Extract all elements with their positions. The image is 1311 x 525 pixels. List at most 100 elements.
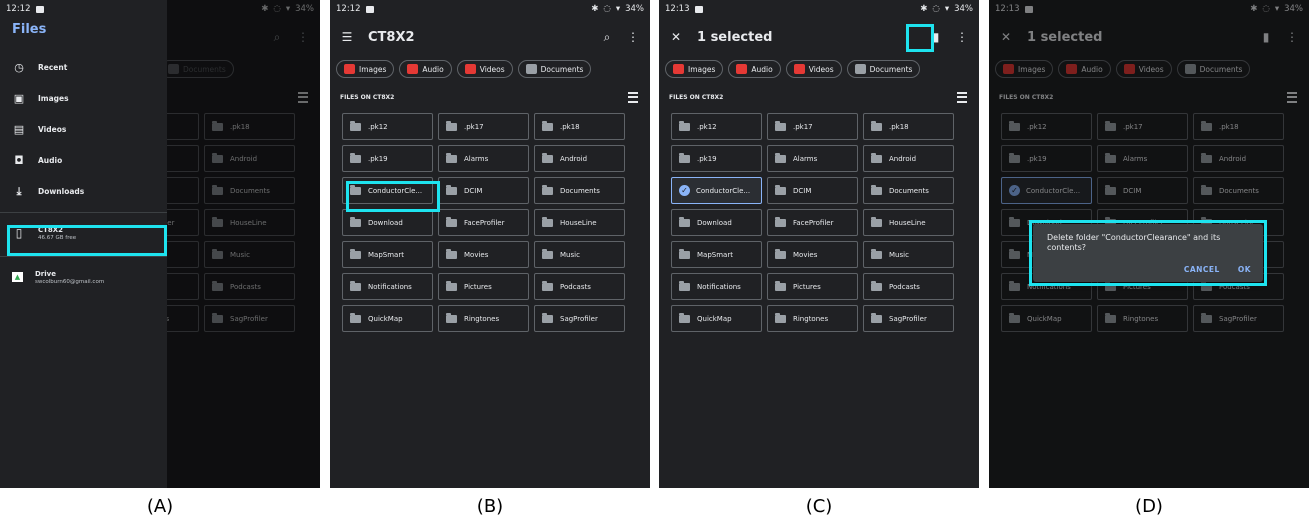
drawer-status-bar: 12:12 bbox=[0, 0, 167, 18]
folder-item[interactable]: SagProfiler bbox=[863, 305, 954, 332]
folder-icon bbox=[446, 248, 457, 259]
ok-button[interactable]: OK bbox=[1238, 265, 1251, 274]
folder-item[interactable]: Download bbox=[671, 209, 762, 236]
drawer-item-audio[interactable]: ◘ Audio bbox=[0, 145, 167, 176]
folder-item[interactable]: HouseLine bbox=[534, 209, 625, 236]
folder-item[interactable]: Documents bbox=[863, 177, 954, 204]
screen-a: 12:12 ✱◌▾34% ⌕⋮ Documents .pk12.pk17.pk1… bbox=[0, 0, 320, 488]
drawer-item-device[interactable]: ▯ CT8X2 46.67 GB free bbox=[0, 218, 167, 248]
folder-item[interactable]: Pictures bbox=[438, 273, 529, 300]
folder-item[interactable]: FaceProfiler bbox=[438, 209, 529, 236]
more-options-icon[interactable]: ⋮ bbox=[626, 30, 640, 44]
folder-icon bbox=[350, 152, 361, 163]
folder-name: MapSmart bbox=[697, 250, 733, 259]
delete-icon[interactable]: ▮ bbox=[929, 30, 943, 44]
folder-item[interactable]: .pk17 bbox=[767, 113, 858, 140]
chip-videos[interactable]: Videos bbox=[456, 60, 513, 78]
folder-item[interactable]: Podcasts bbox=[863, 273, 954, 300]
drawer-item-recent[interactable]: ◷ Recent bbox=[0, 52, 167, 83]
chip-documents[interactable]: Documents bbox=[846, 60, 921, 78]
chip-images[interactable]: Images bbox=[336, 60, 395, 78]
folder-item[interactable]: Ringtones bbox=[438, 305, 529, 332]
folder-item[interactable]: Music bbox=[534, 241, 625, 268]
folder-item[interactable]: DCIM bbox=[767, 177, 858, 204]
folder-item[interactable]: Alarms bbox=[438, 145, 529, 172]
search-icon[interactable]: ⌕ bbox=[600, 30, 614, 44]
folder-item[interactable]: FaceProfiler bbox=[767, 209, 858, 236]
folder-item[interactable]: Podcasts bbox=[534, 273, 625, 300]
folder-icon bbox=[542, 120, 553, 131]
image-icon bbox=[344, 64, 355, 74]
folder-icon bbox=[679, 280, 690, 291]
folder-item[interactable]: Alarms bbox=[767, 145, 858, 172]
folder-icon bbox=[542, 216, 553, 227]
battery-level: 34% bbox=[625, 4, 644, 14]
folder-item[interactable]: SagProfiler bbox=[534, 305, 625, 332]
drawer-item-downloads[interactable]: ⤓ Downloads bbox=[0, 176, 167, 207]
cancel-button[interactable]: CANCEL bbox=[1184, 265, 1220, 274]
folder-item[interactable]: Ringtones bbox=[767, 305, 858, 332]
folder-item[interactable]: Android bbox=[534, 145, 625, 172]
files-header: FILES ON CT8X2 bbox=[659, 82, 979, 109]
drawer-item-drive[interactable]: ▲ Drive swcolburn60@gmail.com bbox=[0, 262, 167, 292]
folder-item[interactable]: Movies bbox=[767, 241, 858, 268]
folder-item[interactable]: MapSmart bbox=[342, 241, 433, 268]
chip-audio[interactable]: Audio bbox=[728, 60, 781, 78]
folder-item[interactable]: .pk18 bbox=[863, 113, 954, 140]
chip-images[interactable]: Images bbox=[665, 60, 724, 78]
folder-icon bbox=[775, 280, 786, 291]
folder-name: SagProfiler bbox=[889, 314, 927, 323]
close-icon[interactable]: ✕ bbox=[669, 30, 683, 44]
audio-icon bbox=[736, 64, 748, 74]
folder-icon bbox=[679, 312, 690, 323]
download-icon: ⤓ bbox=[16, 184, 22, 198]
folder-item[interactable]: ✓ ConductorCle... bbox=[671, 177, 762, 204]
folder-item[interactable]: QuickMap bbox=[671, 305, 762, 332]
chip-audio[interactable]: Audio bbox=[399, 60, 452, 78]
folder-item[interactable]: .pk19 bbox=[671, 145, 762, 172]
folder-item[interactable]: Documents bbox=[534, 177, 625, 204]
list-view-icon[interactable] bbox=[628, 92, 638, 103]
more-options-icon[interactable]: ⋮ bbox=[955, 30, 969, 44]
folder-item[interactable]: .pk17 bbox=[438, 113, 529, 140]
folder-name: .pk12 bbox=[368, 122, 388, 131]
folder-item[interactable]: Download bbox=[342, 209, 433, 236]
folder-item[interactable]: .pk18 bbox=[534, 113, 625, 140]
folder-item[interactable]: QuickMap bbox=[342, 305, 433, 332]
document-icon bbox=[854, 64, 866, 74]
menu-icon[interactable]: ☰ bbox=[340, 30, 354, 44]
clock-icon: ◷ bbox=[14, 61, 24, 74]
folder-item[interactable]: HouseLine bbox=[863, 209, 954, 236]
chip-videos[interactable]: Videos bbox=[785, 60, 842, 78]
navigation-drawer: 12:12 Files ◷ Recent ▣ Images ▤ Videos ◘ Aud… bbox=[0, 0, 167, 488]
folder-name: .pk18 bbox=[889, 122, 909, 131]
drawer-item-videos[interactable]: ▤ Videos bbox=[0, 114, 167, 145]
folder-item[interactable]: Music bbox=[863, 241, 954, 268]
folder-item[interactable]: Movies bbox=[438, 241, 529, 268]
folder-name: Pictures bbox=[793, 282, 821, 291]
folder-item[interactable]: .pk19 bbox=[342, 145, 433, 172]
folder-item[interactable]: .pk12 bbox=[342, 113, 433, 140]
caption-d: (D) bbox=[1135, 496, 1163, 517]
screen-d: 12:13 ✱ ◌ ▾ 34% ✕ 1 selected ▮ ⋮ Images Audio Vi… bbox=[989, 0, 1309, 488]
status-time: 12:13 bbox=[665, 4, 690, 14]
folder-item[interactable]: Pictures bbox=[767, 273, 858, 300]
bluetooth-icon: ✱ bbox=[591, 4, 599, 14]
folder-item[interactable]: DCIM bbox=[438, 177, 529, 204]
folder-item[interactable]: Notifications bbox=[671, 273, 762, 300]
drawer-item-images[interactable]: ▣ Images bbox=[0, 83, 167, 114]
folder-name: Ringtones bbox=[793, 314, 829, 323]
folder-icon bbox=[446, 312, 457, 323]
folder-item[interactable]: .pk12 bbox=[671, 113, 762, 140]
list-view-icon[interactable] bbox=[957, 92, 967, 103]
folder-item[interactable]: Android bbox=[863, 145, 954, 172]
folder-item[interactable]: MapSmart bbox=[671, 241, 762, 268]
folder-item[interactable]: ConductorCle... bbox=[342, 177, 433, 204]
folder-icon bbox=[350, 120, 361, 131]
chip-documents[interactable]: Documents bbox=[517, 60, 592, 78]
folder-icon bbox=[775, 248, 786, 259]
folder-icon bbox=[775, 216, 786, 227]
status-bar: 12:13 ✱ ◌ ▾ 34% bbox=[659, 0, 979, 18]
folder-item[interactable]: Notifications bbox=[342, 273, 433, 300]
gallery-notif-icon bbox=[694, 5, 703, 13]
